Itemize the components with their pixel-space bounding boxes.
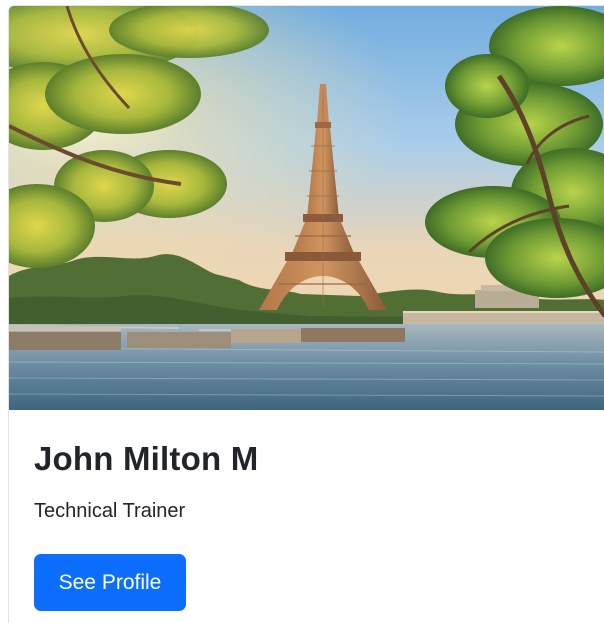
card-cover-image bbox=[9, 6, 604, 410]
profile-name: John Milton M bbox=[34, 440, 259, 477]
see-profile-button[interactable]: See Profile bbox=[34, 554, 186, 611]
profile-role: Technical Trainer bbox=[34, 500, 186, 522]
card-body: John Milton M Technical Trainer See Prof… bbox=[9, 410, 604, 623]
profile-card: John Milton M Technical Trainer See Prof… bbox=[8, 5, 604, 623]
